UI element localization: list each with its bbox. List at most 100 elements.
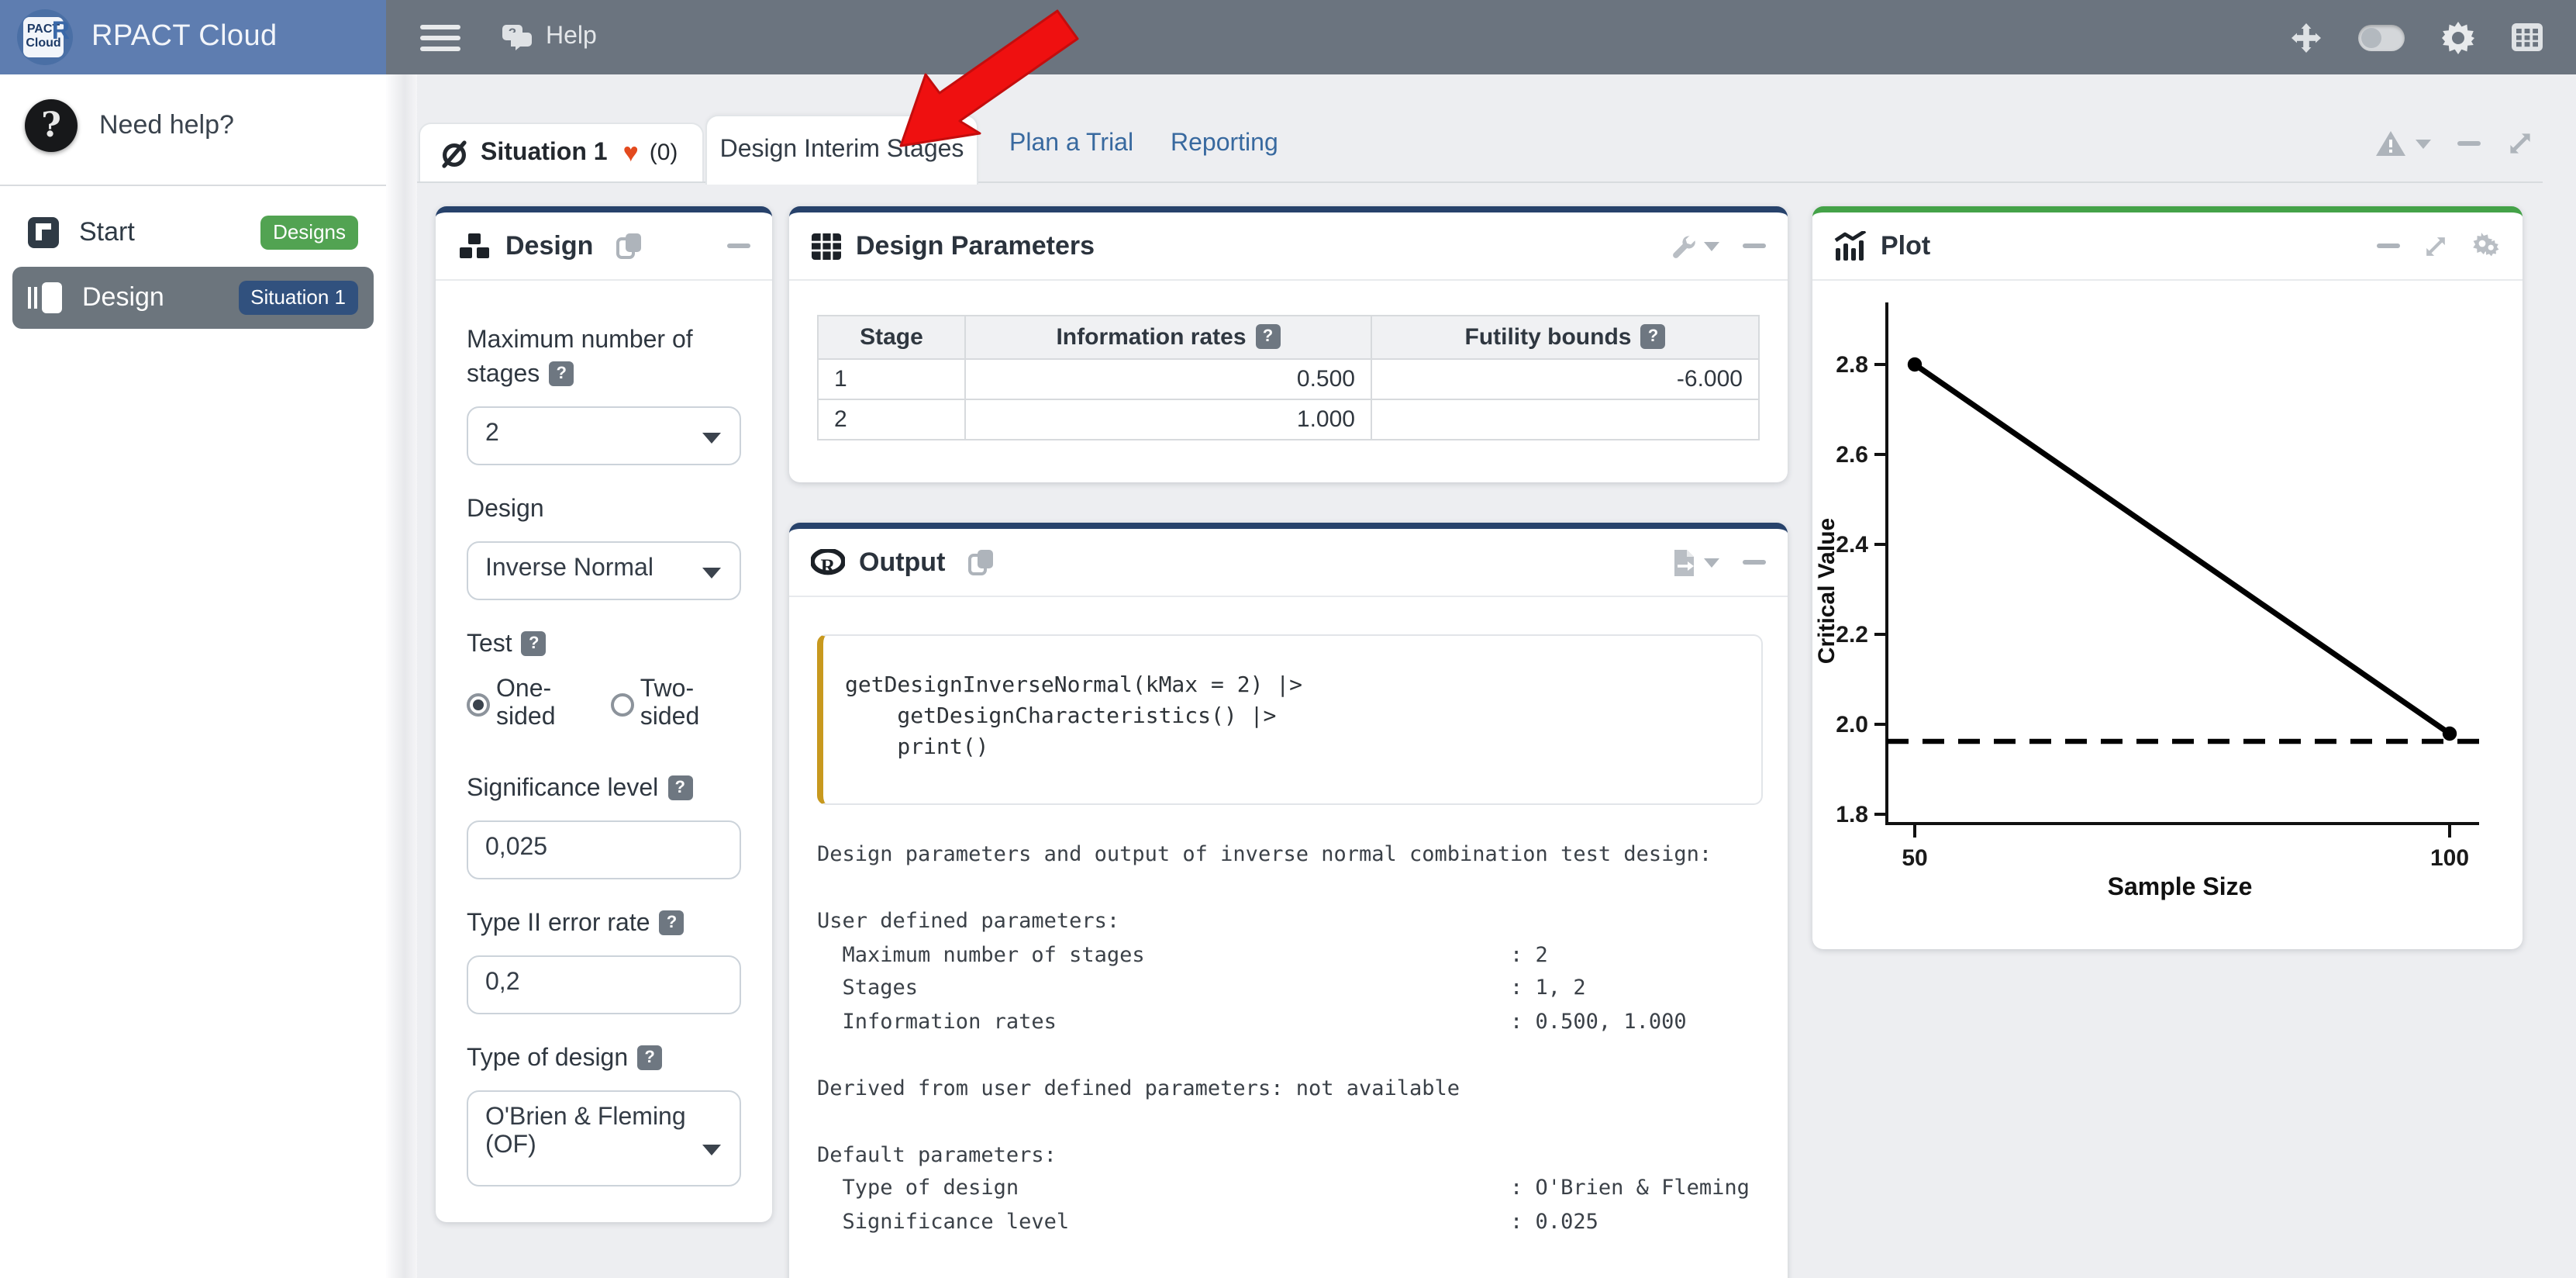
max-stages-select[interactable]: 2 xyxy=(467,406,741,465)
design-value: Inverse Normal xyxy=(485,555,653,582)
settings-sun-icon[interactable] xyxy=(2442,21,2474,54)
panel-title: Plot xyxy=(1881,230,1930,261)
plot-settings-gears-icon[interactable] xyxy=(2471,233,2501,259)
y-tick-label: 2.6 xyxy=(1836,442,1868,468)
type-of-design-select[interactable]: O'Brien & Fleming (OF) xyxy=(467,1090,741,1186)
futility-bound-cell[interactable] xyxy=(1371,399,1759,440)
logo-r-glyph: R xyxy=(52,19,70,47)
expand-diagonal-icon[interactable] xyxy=(2423,233,2448,258)
data-point xyxy=(1908,357,1922,371)
stage-cell: 2 xyxy=(818,399,965,440)
chevron-down-icon xyxy=(702,568,721,579)
need-help-link[interactable]: ? Need help? xyxy=(0,74,386,175)
r-code-block[interactable]: getDesignInverseNormal(kMax = 2) |> getD… xyxy=(817,634,1763,805)
test-radio-group: One-sided Two-sided xyxy=(467,676,747,732)
plot-panel-header: Plot xyxy=(1812,212,2523,281)
tab-design-interim-stages[interactable]: Design Interim Stages xyxy=(705,115,978,185)
designs-badge: Designs xyxy=(260,216,358,250)
design-parameters-panel: Design Parameters Stage Information rate… xyxy=(789,206,1788,482)
chevron-down-icon xyxy=(702,433,721,444)
tools-dropdown[interactable] xyxy=(1671,233,1719,258)
design-select[interactable]: Inverse Normal xyxy=(467,541,741,600)
hamburger-menu-icon[interactable] xyxy=(420,18,460,57)
tab-actions xyxy=(2375,130,2533,157)
situation-badge: Situation 1 xyxy=(238,281,358,315)
y-tick-label: 2.2 xyxy=(1836,622,1868,648)
file-export-icon xyxy=(1673,548,1696,576)
wrench-icon xyxy=(1671,233,1696,258)
rpact-cloud-app: PACT Cloud R RPACT Cloud ? Help xyxy=(0,0,2576,1278)
type2-error-label: Type II error rate? xyxy=(467,907,747,941)
collapse-panel-button[interactable] xyxy=(727,244,750,248)
chevron-down-icon xyxy=(1704,241,1719,250)
one-sided-radio[interactable] xyxy=(467,693,490,716)
export-dropdown[interactable] xyxy=(1673,548,1719,576)
collapse-panel-button[interactable] xyxy=(2377,244,2400,248)
collapse-all-button[interactable] xyxy=(2457,141,2481,146)
collapse-panel-button[interactable] xyxy=(1743,560,1766,565)
collapse-panel-button[interactable] xyxy=(1743,244,1766,248)
table-header-row: Stage Information rates? Futility bounds… xyxy=(818,316,1759,359)
x-tick-label: 100 xyxy=(2430,845,2469,871)
help-badge-icon[interactable]: ? xyxy=(660,910,685,935)
help-badge-icon[interactable]: ? xyxy=(1640,324,1665,349)
two-sided-label: Two-sided xyxy=(640,676,735,732)
design-select-label: Design xyxy=(467,493,747,527)
significance-input[interactable]: 0,025 xyxy=(467,820,741,879)
help-badge-icon[interactable]: ? xyxy=(522,631,547,656)
fullscreen-move-icon[interactable] xyxy=(2292,22,2321,52)
sidebar-item-label: Design xyxy=(82,282,164,313)
output-panel-header: R Output xyxy=(789,529,1788,597)
tab-plan-a-trial[interactable]: Plan a Trial xyxy=(1009,130,1133,158)
help-badge-icon[interactable]: ? xyxy=(549,361,574,386)
console-output-text: Design parameters and output of inverse … xyxy=(817,839,1763,1239)
critical-value-chart: 2.8 2.6 2.4 2.2 2.0 1.8 50 100 xyxy=(1812,281,2523,909)
tab-situation-1[interactable]: Situation 1 ♥ (0) xyxy=(419,123,704,181)
help-badge-icon[interactable]: ? xyxy=(667,775,692,800)
design-parameters-header: Design Parameters xyxy=(789,212,1788,281)
sidebar-item-start[interactable]: Start Designs xyxy=(12,202,374,264)
need-help-label: Need help? xyxy=(99,110,234,141)
two-sided-radio[interactable] xyxy=(611,693,634,716)
help-button[interactable]: ? Help xyxy=(501,23,597,51)
r-logo-icon: R xyxy=(811,548,845,576)
apps-grid-icon[interactable] xyxy=(2512,23,2543,51)
information-rate-cell[interactable]: 1.000 xyxy=(965,399,1371,440)
table-row: 1 0.500 -6.000 xyxy=(818,359,1759,399)
sidebar: ? Need help? Start Designs Design Situat… xyxy=(0,74,386,1278)
copy-icon[interactable] xyxy=(615,231,643,261)
help-badge-icon[interactable]: ? xyxy=(637,1045,662,1070)
rpact-logo-icon[interactable]: PACT Cloud R xyxy=(17,9,73,65)
table-icon xyxy=(811,232,842,260)
start-icon xyxy=(28,217,59,248)
favorite-heart-icon[interactable]: ♥ xyxy=(623,137,639,168)
copy-icon[interactable] xyxy=(967,547,995,577)
type2-error-value: 0,2 xyxy=(485,969,520,996)
expand-diagonal-icon[interactable] xyxy=(2507,130,2533,157)
svg-text:R: R xyxy=(821,554,836,576)
futility-bound-cell[interactable]: -6.000 xyxy=(1371,359,1759,399)
content-scrollbar[interactable] xyxy=(386,74,417,1278)
plot-panel: Plot xyxy=(1812,206,2523,949)
type2-error-input[interactable]: 0,2 xyxy=(467,955,741,1014)
y-tick-label: 2.4 xyxy=(1836,532,1868,558)
tab-reporting[interactable]: Reporting xyxy=(1171,130,1278,158)
type-of-design-value: O'Brien & Fleming (OF) xyxy=(485,1104,686,1159)
type-of-design-label: Type of design? xyxy=(467,1042,747,1076)
chart-icon xyxy=(1834,231,1867,261)
futility-bounds-column-header: Futility bounds? xyxy=(1371,316,1759,359)
x-tick-label: 50 xyxy=(1902,845,1927,871)
warning-triangle-icon xyxy=(2375,130,2406,157)
information-rates-column-header: Information rates? xyxy=(965,316,1371,359)
warnings-dropdown[interactable] xyxy=(2375,130,2431,157)
help-badge-icon[interactable]: ? xyxy=(1256,324,1281,349)
panel-title: Design Parameters xyxy=(856,230,1095,261)
stage-cell: 1 xyxy=(818,359,965,399)
panel-title: Design xyxy=(505,230,593,261)
help-chat-icon: ? xyxy=(501,23,535,51)
sidebar-item-design[interactable]: Design Situation 1 xyxy=(12,267,374,329)
theme-toggle[interactable] xyxy=(2358,24,2405,50)
tab-situation-label: Situation 1 xyxy=(481,139,608,167)
information-rate-cell[interactable]: 0.500 xyxy=(965,359,1371,399)
design-parameters-table: Stage Information rates? Futility bounds… xyxy=(817,315,1760,440)
